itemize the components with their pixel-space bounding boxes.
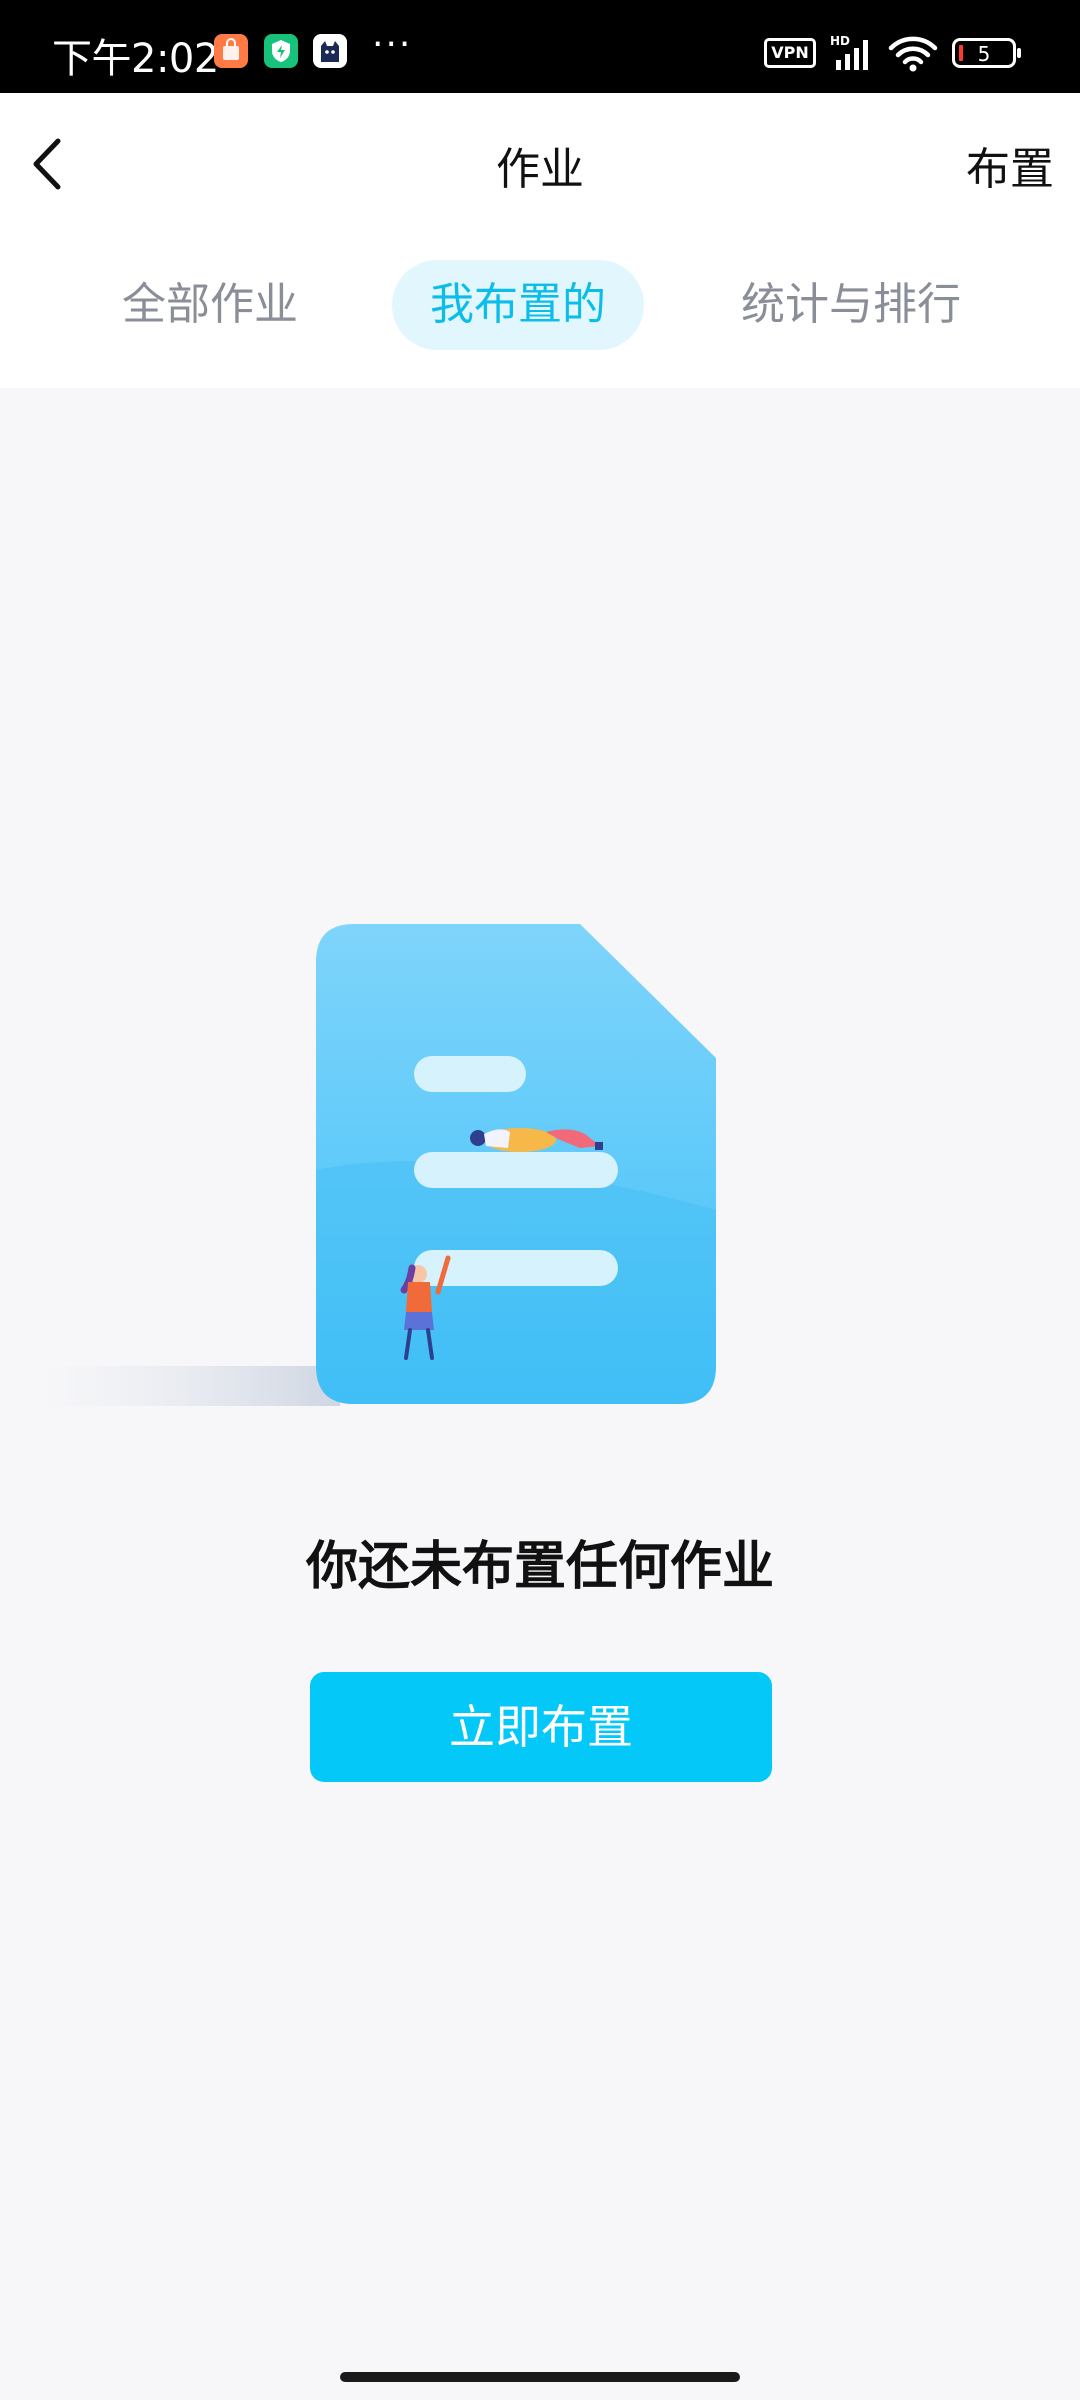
cat-icon [313, 34, 347, 68]
shopping-bag-icon [214, 34, 248, 68]
text-line-2 [414, 1152, 618, 1188]
document-with-people-illustration [40, 924, 716, 1406]
signal-icon: HD [830, 34, 878, 76]
shield-icon [264, 34, 298, 68]
network-label: HD [830, 34, 850, 48]
tab-my-assigned[interactable]: 我布置的 [392, 260, 644, 350]
empty-state-message: 你还未布置任何作业 [305, 1537, 774, 1597]
text-line-1 [414, 1056, 526, 1092]
vpn-badge: VPN [764, 38, 816, 68]
battery-icon: 5 [952, 38, 1021, 68]
assign-button[interactable]: 布置 [966, 133, 1054, 197]
assign-now-button[interactable]: 立即布置 [310, 1672, 772, 1782]
status-time: 下午2:02 [52, 36, 219, 82]
home-indicator[interactable] [340, 2372, 740, 2382]
page-title: 作业 [496, 144, 584, 195]
overflow-dots-icon: ··· [372, 24, 413, 65]
status-bar: 下午2:02 ··· VPN HD 5 [0, 0, 1080, 93]
battery-level: 5 [977, 42, 991, 66]
tab-all-homework[interactable]: 全部作业 [88, 260, 332, 350]
app-header: 作业 布置 全部作业 我布置的 统计与排行 [0, 93, 1080, 388]
floor-shadow [40, 1366, 340, 1406]
tab-bar: 全部作业 我布置的 统计与排行 [0, 260, 1080, 350]
wifi-icon [888, 36, 938, 76]
tab-stats-ranking[interactable]: 统计与排行 [722, 260, 980, 350]
